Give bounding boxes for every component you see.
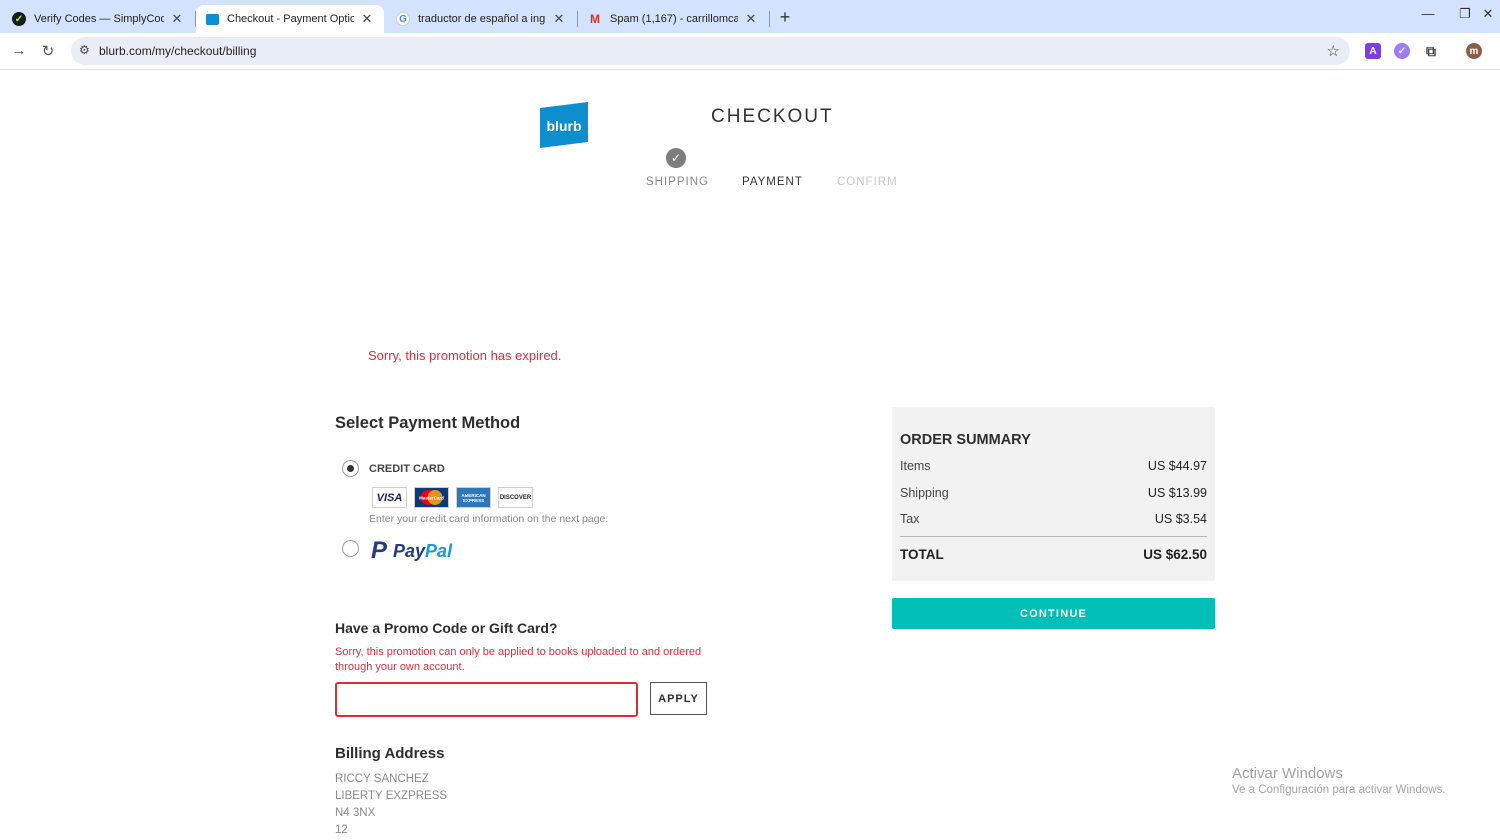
- close-tab-icon[interactable]: ✕: [360, 11, 374, 27]
- payment-method-heading: Select Payment Method: [335, 414, 521, 432]
- billing-address-line: RICCY SANCHEZ: [335, 773, 429, 785]
- bookmark-star-icon[interactable]: ☆: [1327, 42, 1340, 60]
- credit-card-radio[interactable]: [342, 460, 359, 477]
- minimize-icon[interactable]: —: [1418, 6, 1438, 21]
- extensions-puzzle-icon[interactable]: ⧉: [1423, 43, 1439, 59]
- checkmark-icon: ✓: [666, 148, 686, 168]
- page-title: CHECKOUT: [711, 106, 834, 127]
- credit-card-label[interactable]: CREDIT CARD: [369, 463, 445, 475]
- credit-card-hint: Enter your credit card information on th…: [369, 513, 609, 525]
- billing-address-line: LIBERTY EXZPRESS: [335, 790, 448, 802]
- tab-traductor[interactable]: G traductor de español a ingles y ✕: [386, 5, 576, 33]
- amex-icon: AMERICAN EXPRESS: [456, 487, 491, 508]
- close-tab-icon[interactable]: ✕: [170, 11, 184, 27]
- step-shipping[interactable]: SHIPPING: [646, 176, 709, 188]
- restore-icon[interactable]: ❐: [1455, 6, 1475, 22]
- forward-icon[interactable]: →: [10, 42, 28, 59]
- svg-text:MasterCard: MasterCard: [419, 496, 444, 501]
- close-tab-icon[interactable]: ✕: [552, 11, 566, 27]
- windows-activation-watermark: Activar Windows: [1232, 765, 1343, 782]
- logo-text: blurb: [547, 118, 582, 134]
- promo-code-input[interactable]: [335, 682, 638, 717]
- promo-heading: Have a Promo Code or Gift Card?: [335, 620, 558, 636]
- promo-error-message: Sorry, this promotion can only be applie…: [335, 646, 702, 673]
- reload-icon[interactable]: ↻: [39, 42, 57, 60]
- step-payment: PAYMENT: [742, 176, 803, 188]
- blurb-logo[interactable]: blurb: [540, 102, 588, 148]
- continue-button[interactable]: CONTINUE: [892, 598, 1215, 629]
- close-tab-icon[interactable]: ✕: [744, 11, 758, 27]
- order-summary-heading: ORDER SUMMARY: [900, 432, 1031, 448]
- visa-icon: VISA: [372, 487, 407, 508]
- extension-icon[interactable]: ✓: [1394, 43, 1410, 59]
- summary-divider: [900, 536, 1207, 537]
- billing-address-line: N4 3NX: [335, 807, 376, 819]
- site-info-icon[interactable]: ⚙: [79, 43, 90, 57]
- new-tab-button[interactable]: +: [776, 7, 794, 28]
- paypal-logo[interactable]: P Pay Pal: [371, 537, 452, 564]
- close-window-icon[interactable]: ✕: [1479, 6, 1497, 22]
- blurb-icon: [206, 13, 219, 25]
- address-bar-row: → ↻ ⚙ blurb.com/my/checkout/billing ☆ A …: [0, 33, 1500, 70]
- gmail-icon: M: [590, 12, 600, 26]
- paypal-icon: P: [371, 537, 388, 564]
- url-text[interactable]: blurb.com/my/checkout/billing: [99, 44, 256, 58]
- paypal-radio[interactable]: [342, 540, 359, 557]
- step-confirm: CONFIRM: [837, 176, 898, 188]
- billing-address-heading: Billing Address: [335, 745, 445, 762]
- translate-extension-icon[interactable]: A: [1365, 43, 1381, 59]
- billing-address-line: 12: [335, 824, 348, 836]
- tab-verify-codes[interactable]: ✓ Verify Codes — SimplyCodes ✕: [2, 5, 194, 33]
- omnibox[interactable]: ⚙ blurb.com/my/checkout/billing ☆: [71, 37, 1350, 65]
- google-icon: G: [396, 12, 410, 26]
- tab-strip: ✓ Verify Codes — SimplyCodes ✕ Checkout …: [0, 0, 1500, 33]
- order-summary: ORDER SUMMARY Items US $44.97 Shipping U…: [892, 407, 1215, 581]
- promotion-expired-message: Sorry, this promotion has expired.: [368, 348, 562, 363]
- profile-avatar[interactable]: m: [1466, 43, 1482, 59]
- windows-activation-hint: Ve a Configuración para activar Windows.: [1232, 784, 1446, 796]
- discover-icon: DISCOVER: [498, 487, 533, 508]
- tab-gmail[interactable]: M Spam (1,167) - carrillomcastelo ✕: [578, 5, 768, 33]
- simplycodes-icon: ✓: [12, 12, 26, 26]
- tab-separator: [769, 11, 770, 27]
- apply-button[interactable]: APPLY: [650, 682, 707, 715]
- tab-checkout[interactable]: Checkout - Payment Options | Blurb ✕: [196, 5, 384, 33]
- mastercard-icon: MasterCard: [414, 487, 449, 508]
